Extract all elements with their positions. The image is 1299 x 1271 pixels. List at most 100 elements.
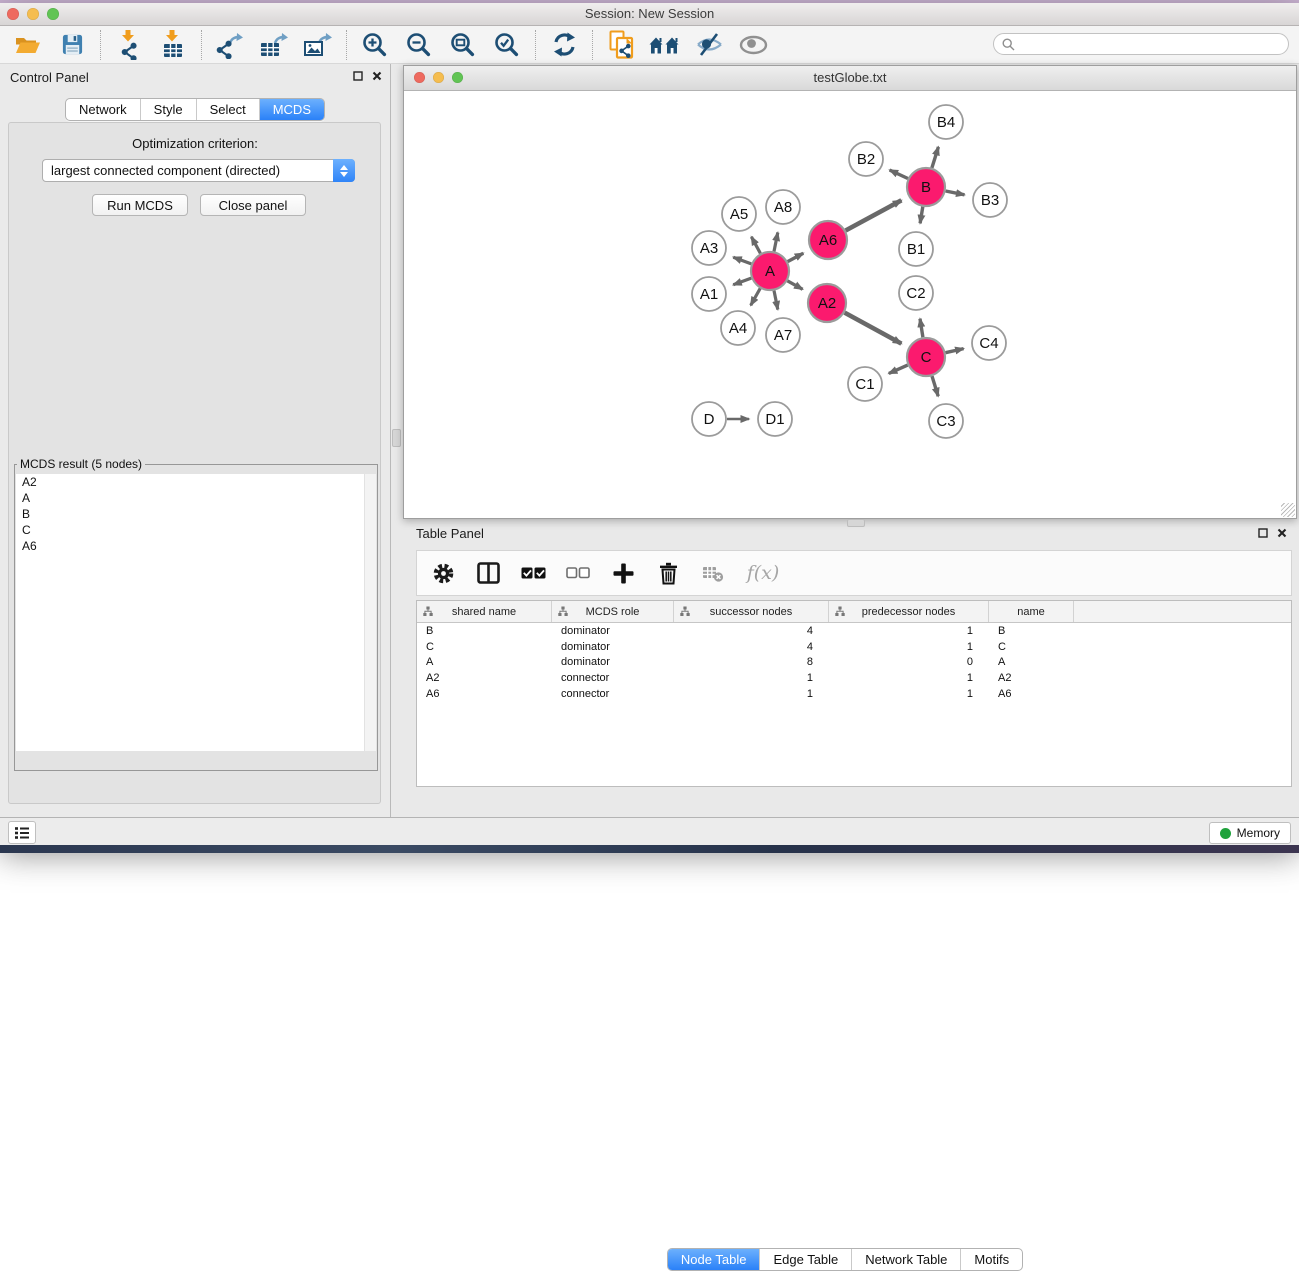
graph-node-B2[interactable]: B2 [849, 142, 883, 176]
first-neighbors-button[interactable] [650, 30, 680, 60]
criterion-dropdown[interactable]: largest connected component (directed) [42, 159, 355, 182]
graph-edge-A-A5[interactable] [751, 237, 760, 254]
column-header-successor-nodes[interactable]: successor nodes [674, 601, 829, 622]
table-tab-network-table[interactable]: Network Table [851, 1249, 960, 1270]
graph-edge-B-B1[interactable] [920, 207, 923, 224]
graph-node-C2[interactable]: C2 [899, 276, 933, 310]
graph-edge-A-A4[interactable] [751, 288, 761, 305]
table-row[interactable]: Cdominator41C [417, 639, 1291, 655]
graph-node-B[interactable]: B [907, 168, 945, 206]
graph-node-A6[interactable]: A6 [809, 221, 847, 259]
table-row[interactable]: Adominator80A [417, 654, 1291, 670]
graph-node-A1[interactable]: A1 [692, 277, 726, 311]
mcds-result-item[interactable]: C [16, 522, 376, 538]
graph-node-A4[interactable]: A4 [721, 311, 755, 345]
graph-node-D[interactable]: D [692, 402, 726, 436]
run-mcds-button[interactable]: Run MCDS [92, 194, 188, 216]
new-network-from-selection-button[interactable] [606, 30, 636, 60]
memory-button[interactable]: Memory [1209, 822, 1291, 844]
mcds-result-item[interactable]: B [16, 506, 376, 522]
graph-edge-A-A1[interactable] [733, 278, 751, 285]
column-header-predecessor-nodes[interactable]: predecessor nodes [829, 601, 989, 622]
graph-node-A[interactable]: A [751, 252, 789, 290]
graph-edge-C-C2[interactable] [920, 319, 923, 338]
search-input[interactable] [1020, 36, 1280, 52]
graph-node-A8[interactable]: A8 [766, 190, 800, 224]
mcds-result-item[interactable]: A2 [16, 474, 376, 490]
delete-row-button[interactable] [654, 558, 682, 588]
network-resize-grip[interactable] [1281, 503, 1295, 517]
deselect-all-button[interactable] [564, 558, 592, 588]
export-image-button[interactable] [303, 30, 333, 60]
task-history-button[interactable] [8, 821, 36, 844]
table-row[interactable]: A6connector11A6 [417, 686, 1291, 702]
show-graphics-details-button[interactable] [738, 30, 768, 60]
graph-edge-C-C1[interactable] [889, 365, 908, 373]
tab-select[interactable]: Select [196, 99, 259, 120]
mcds-result-item[interactable]: A6 [16, 538, 376, 554]
graph-edge-B-B2[interactable] [890, 170, 908, 179]
add-row-button[interactable] [609, 558, 637, 588]
graph-node-C[interactable]: C [907, 338, 945, 376]
graph-node-C1[interactable]: C1 [848, 367, 882, 401]
close-panel-button[interactable]: Close panel [200, 194, 306, 216]
table-tab-motifs[interactable]: Motifs [960, 1249, 1022, 1270]
graph-edge-C-C3[interactable] [932, 376, 938, 396]
search-box[interactable] [993, 33, 1289, 55]
graph-node-A2[interactable]: A2 [808, 284, 846, 322]
float-panel-icon[interactable] [353, 71, 363, 81]
export-network-button[interactable] [215, 30, 245, 60]
column-header-mcds-role[interactable]: MCDS role [552, 601, 674, 622]
zoom-fit-button[interactable] [448, 30, 478, 60]
save-session-button[interactable] [57, 30, 87, 60]
graph-edge-A-A2[interactable] [787, 281, 802, 290]
graph-node-C4[interactable]: C4 [972, 326, 1006, 360]
graph-node-B1[interactable]: B1 [899, 232, 933, 266]
table-tab-edge-table[interactable]: Edge Table [759, 1249, 851, 1270]
zoom-in-button[interactable] [360, 30, 390, 60]
graph-node-A5[interactable]: A5 [722, 197, 756, 231]
delete-table-button[interactable] [699, 558, 727, 588]
function-builder-button[interactable]: f(x) [744, 558, 782, 588]
graph-node-B3[interactable]: B3 [973, 183, 1007, 217]
graph-node-B4[interactable]: B4 [929, 105, 963, 139]
graph-node-A3[interactable]: A3 [692, 231, 726, 265]
mcds-list-scrollbar[interactable] [364, 474, 376, 751]
graph-node-A7[interactable]: A7 [766, 318, 800, 352]
graph-edge-A-A8[interactable] [774, 233, 778, 252]
graph-edge-A-A6[interactable] [788, 253, 804, 261]
zoom-selected-button[interactable] [492, 30, 522, 60]
network-canvas[interactable]: B4 B2 B B3 A5 A8 A6 A3 B1 A A1 C2 A2 A4 A7 C4 C C1 D D1 C3 [404, 91, 1296, 518]
graph-edge-C-C4[interactable] [946, 349, 964, 353]
open-session-button[interactable] [13, 30, 43, 60]
export-table-button[interactable] [259, 30, 289, 60]
table-float-panel-icon[interactable] [1258, 528, 1268, 538]
table-settings-button[interactable] [429, 558, 457, 588]
graph-node-D1[interactable]: D1 [758, 402, 792, 436]
mcds-result-item[interactable]: A [16, 490, 376, 506]
table-row[interactable]: A2connector11A2 [417, 670, 1291, 686]
graph-node-C3[interactable]: C3 [929, 404, 963, 438]
import-table-button[interactable] [158, 30, 188, 60]
table-tab-node-table[interactable]: Node Table [668, 1249, 760, 1270]
column-header-name[interactable]: name [989, 601, 1074, 622]
graph-edge-B-B3[interactable] [946, 191, 965, 195]
vertical-split-handle[interactable] [392, 429, 401, 447]
zoom-out-button[interactable] [404, 30, 434, 60]
graph-edge-A-A7[interactable] [774, 291, 778, 310]
column-header-shared-name[interactable]: shared name [417, 601, 552, 622]
select-all-button[interactable] [519, 558, 547, 588]
graph-edge-A6-B[interactable] [846, 200, 902, 230]
refresh-button[interactable] [549, 30, 579, 60]
table-row[interactable]: Bdominator41B [417, 623, 1291, 639]
show-columns-button[interactable] [474, 558, 502, 588]
graph-edge-A2-C[interactable] [845, 313, 902, 344]
import-network-button[interactable] [114, 30, 144, 60]
graph-edge-A-A3[interactable] [733, 257, 751, 264]
close-panel-icon[interactable] [372, 71, 382, 81]
tab-mcds[interactable]: MCDS [259, 99, 324, 120]
graph-edge-B-B4[interactable] [932, 147, 939, 168]
tab-network[interactable]: Network [66, 99, 140, 120]
hide-graphics-details-button[interactable] [694, 30, 724, 60]
tab-style[interactable]: Style [140, 99, 196, 120]
